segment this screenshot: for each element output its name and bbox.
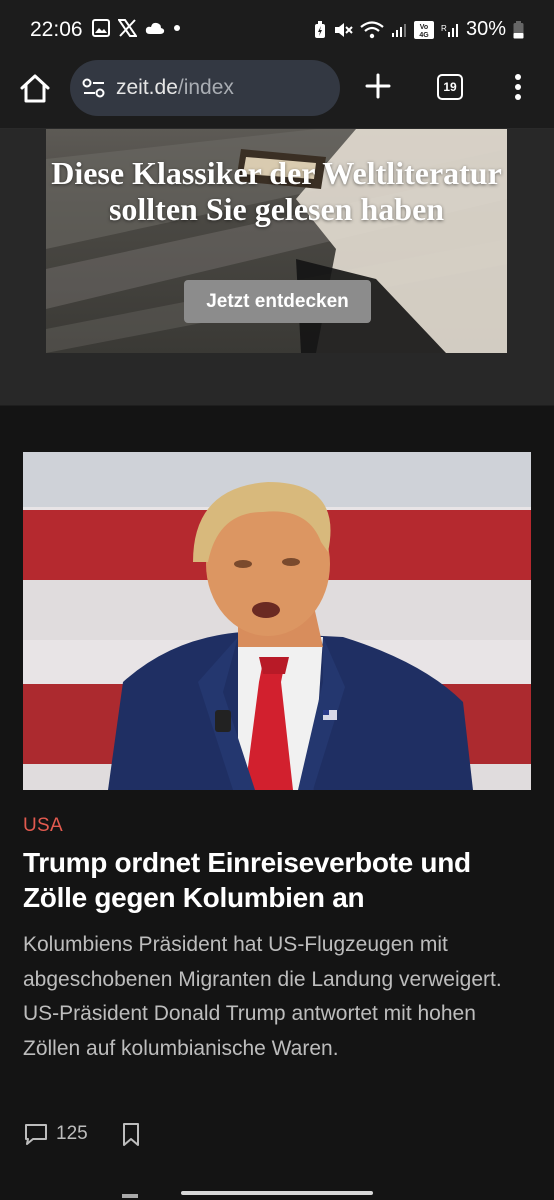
section-divider — [0, 405, 554, 406]
home-icon[interactable] — [18, 72, 52, 106]
comment-icon — [25, 1124, 47, 1145]
article-teaser[interactable]: Kolumbiens Präsident hat US-Flugzeugen m… — [23, 928, 523, 1066]
gallery-icon — [92, 19, 110, 37]
x-logo-icon — [118, 19, 137, 37]
recents-icon[interactable] — [122, 1194, 138, 1198]
signal-r-icon: R — [441, 23, 458, 37]
svg-text:4G: 4G — [419, 32, 429, 39]
svg-text:R: R — [441, 24, 447, 33]
battery-icon — [513, 20, 524, 38]
gesture-navbar — [0, 1185, 554, 1200]
wifi-icon — [360, 20, 384, 38]
article-kicker[interactable]: USA — [23, 815, 63, 837]
volte-icon: Vo 4G — [413, 20, 434, 39]
ad-cta-button[interactable]: Jetzt entdecken — [184, 280, 371, 323]
cloud-icon — [145, 22, 165, 34]
tabs-icon[interactable]: 19 — [437, 74, 463, 100]
ad-image[interactable]: Diese Klassiker der Weltliteratur sollte… — [46, 129, 507, 353]
comments-link[interactable]: 125 — [23, 1122, 88, 1146]
comment-count: 125 — [56, 1123, 88, 1144]
article-headline[interactable]: Trump ordnet Einreiseverbote und Zölle g… — [23, 845, 523, 915]
url-path: /index — [177, 76, 234, 99]
address-bar[interactable]: zeit.de/index — [70, 60, 340, 116]
signal-icon — [391, 23, 406, 37]
mute-icon — [334, 22, 353, 37]
status-bar: 22:06 Vo 4G R 30% — [0, 0, 554, 58]
home-gesture-handle[interactable] — [181, 1191, 373, 1195]
bookmark-icon[interactable] — [121, 1122, 141, 1147]
dot-icon — [174, 25, 180, 31]
url-text[interactable]: zeit.de/index — [116, 76, 234, 100]
more-vert-icon[interactable] — [512, 72, 524, 102]
article-image[interactable] — [23, 452, 531, 790]
plus-icon[interactable] — [364, 72, 392, 100]
url-domain: zeit.de — [116, 76, 178, 99]
ad-banner: Diese Klassiker der Weltliteratur sollte… — [0, 129, 554, 405]
browser-toolbar: zeit.de/index 19 — [0, 58, 554, 128]
battery-percentage: 30% — [465, 18, 506, 40]
ad-headline: Diese Klassiker der Weltliteratur sollte… — [51, 155, 502, 227]
status-time: 22:06 — [30, 18, 83, 41]
battery-saver-icon — [314, 20, 325, 38]
svg-text:Vo: Vo — [420, 24, 428, 31]
tune-icon[interactable] — [82, 77, 106, 99]
article-photo — [23, 452, 531, 790]
